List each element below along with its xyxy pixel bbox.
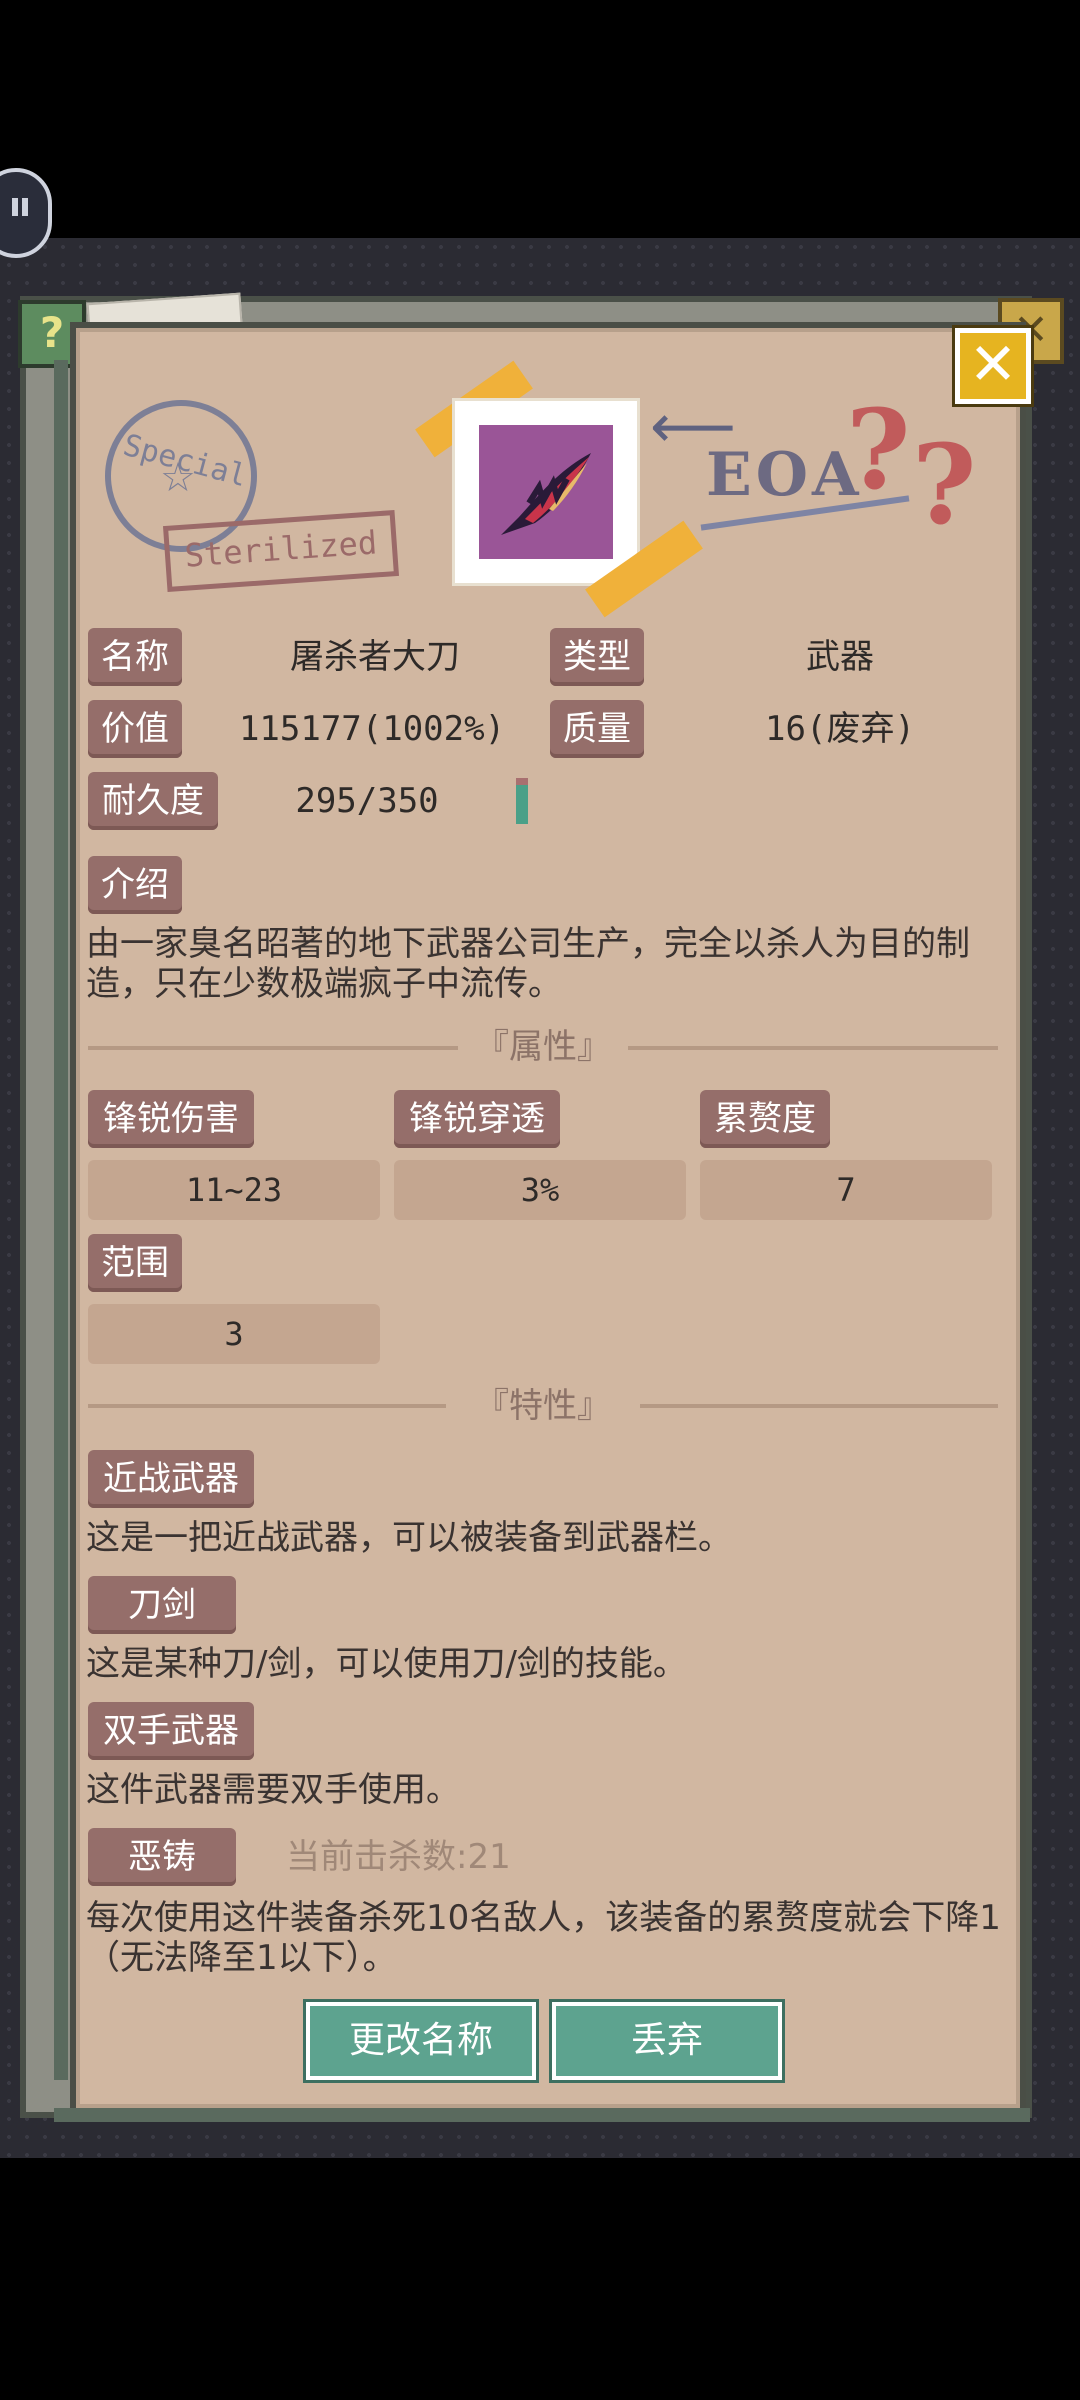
attribute-label: 累赘度 [700,1090,830,1148]
attribute-label: 锋锐伤害 [88,1090,254,1148]
attribute-label: 范围 [88,1234,182,1292]
quality-value: 16(废弃) [765,709,915,749]
durability-bar-empty [516,778,528,785]
durability-label: 耐久度 [88,772,218,830]
intro-text: 由一家臭名昭著的地下武器公司生产，完全以杀人为目的制造，只在少数极端疯子中流传。 [86,924,970,1004]
traits-title: 『特性』 [475,1386,611,1426]
discard-button[interactable]: 丢弃 [549,1999,785,2083]
price-label: 价值 [88,700,182,758]
trait-text: 这件武器需要双手使用。 [86,1770,460,1810]
divider [88,1404,446,1408]
price-value: 115177(1002%) [238,709,506,749]
attribute-value: 3 [88,1304,380,1364]
attributes-title: 『属性』 [475,1027,611,1067]
trait-text: 这是某种刀/剑，可以使用刀/剑的技能。 [86,1644,687,1684]
question-mark-icon: ? [912,420,977,549]
attribute-value: 11~23 [88,1160,380,1220]
blade-icon [501,453,591,535]
trait-label: 恶铸 [88,1828,236,1886]
divider [88,1046,458,1050]
trait-text: 这是一把近战武器，可以被装备到武器栏。 [86,1518,732,1558]
trait-label: 近战武器 [88,1450,254,1508]
name-value: 屠杀者大刀 [290,637,460,677]
type-value: 武器 [806,637,874,677]
divider [640,1404,998,1408]
close-button[interactable]: ✕ [952,325,1034,407]
card-bottom-edge [54,2108,1030,2122]
attribute-label: 锋锐穿透 [394,1090,560,1148]
trait-label: 双手武器 [88,1702,254,1760]
divider [628,1046,998,1050]
trait-text: 每次使用这件装备杀死10名敌人，该装备的累赘度就会下降1（无法降至1以下）。 [86,1898,1001,1978]
trait-label: 刀剑 [88,1576,236,1634]
quality-label: 质量 [550,700,644,758]
card-rail [54,360,68,2080]
attribute-value: 3% [394,1160,686,1220]
durability-value: 295/350 [295,781,439,821]
question-mark-icon: ? [846,385,911,514]
name-label: 名称 [88,628,182,686]
star-icon: ☆ [160,455,196,501]
item-image [479,425,613,559]
attribute-value: 7 [700,1160,992,1220]
kill-count: 当前击杀数:21 [286,1837,511,1877]
item-image-frame [452,398,640,586]
pause-icon [12,198,18,216]
rename-button[interactable]: 更改名称 [303,1999,539,2083]
eoa-scribble: EOA [706,440,863,510]
type-label: 类型 [550,628,644,686]
intro-label: 介绍 [88,856,182,914]
